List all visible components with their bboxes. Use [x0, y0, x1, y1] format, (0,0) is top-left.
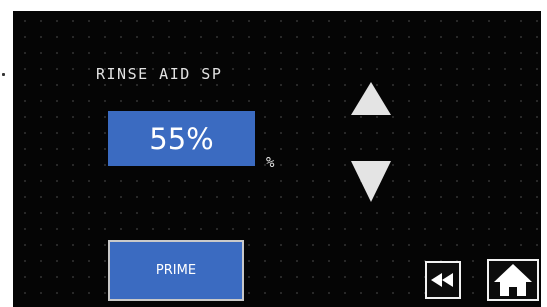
- prime-button-label: PRIME: [155, 263, 197, 278]
- decrease-arrow-button[interactable]: [351, 161, 391, 202]
- home-button[interactable]: [487, 259, 539, 301]
- bezel-marker: [2, 73, 5, 76]
- prime-button[interactable]: PRIME: [108, 240, 244, 301]
- back-button[interactable]: [425, 261, 461, 299]
- rewind-icon: [431, 273, 453, 287]
- increase-arrow-button[interactable]: [351, 82, 391, 115]
- bezel-left: [0, 0, 13, 307]
- setpoint-value-field[interactable]: 55%: [108, 111, 255, 166]
- setpoint-unit-label: %: [266, 155, 275, 171]
- setpoint-title: RINSE AID SP: [96, 65, 223, 83]
- bezel-top: [0, 0, 547, 11]
- hmi-screen: RINSE AID SP 55% % PRIME: [13, 11, 541, 307]
- home-icon: [494, 264, 532, 296]
- bezel-right: [541, 0, 547, 307]
